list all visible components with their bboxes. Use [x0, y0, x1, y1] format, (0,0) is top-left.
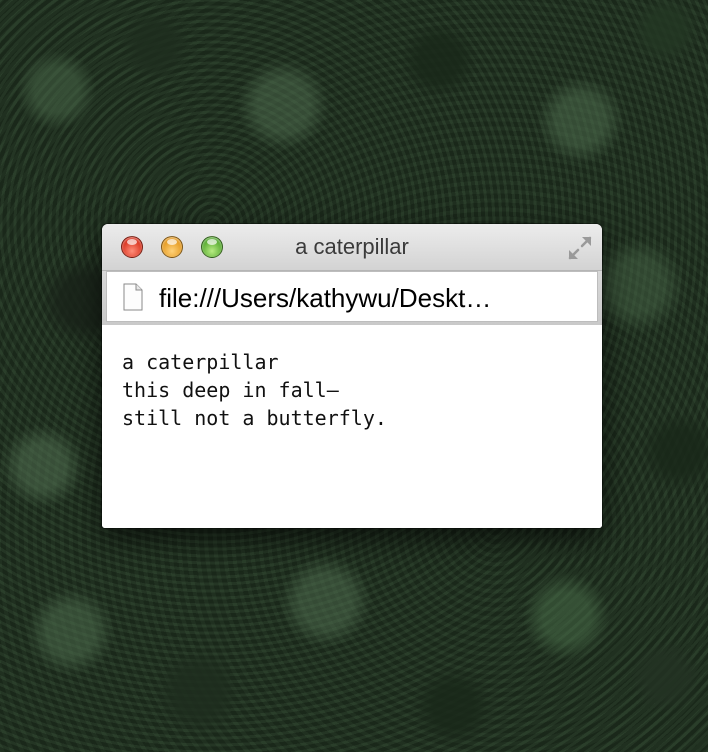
address-bar: file:///Users/kathywu/Deskt… [102, 271, 602, 326]
desktop-background: a caterpillar file:///Users/kathywu/Desk… [0, 0, 708, 752]
poem-line: this deep in fall— [122, 378, 339, 402]
window-title: a caterpillar [295, 234, 409, 259]
poem-text: a caterpillar this deep in fall— still n… [122, 348, 387, 432]
url-text[interactable]: file:///Users/kathywu/Deskt… [159, 283, 579, 313]
title-bar[interactable]: a caterpillar [102, 224, 602, 271]
poem-line: a caterpillar [122, 350, 279, 374]
fullscreen-icon[interactable] [566, 234, 594, 262]
url-field[interactable]: file:///Users/kathywu/Deskt… [106, 271, 598, 322]
browser-window: a caterpillar file:///Users/kathywu/Desk… [102, 224, 602, 528]
page-content: a caterpillar this deep in fall— still n… [102, 325, 602, 528]
poem-line: still not a butterfly. [122, 406, 387, 430]
document-icon [123, 283, 143, 311]
